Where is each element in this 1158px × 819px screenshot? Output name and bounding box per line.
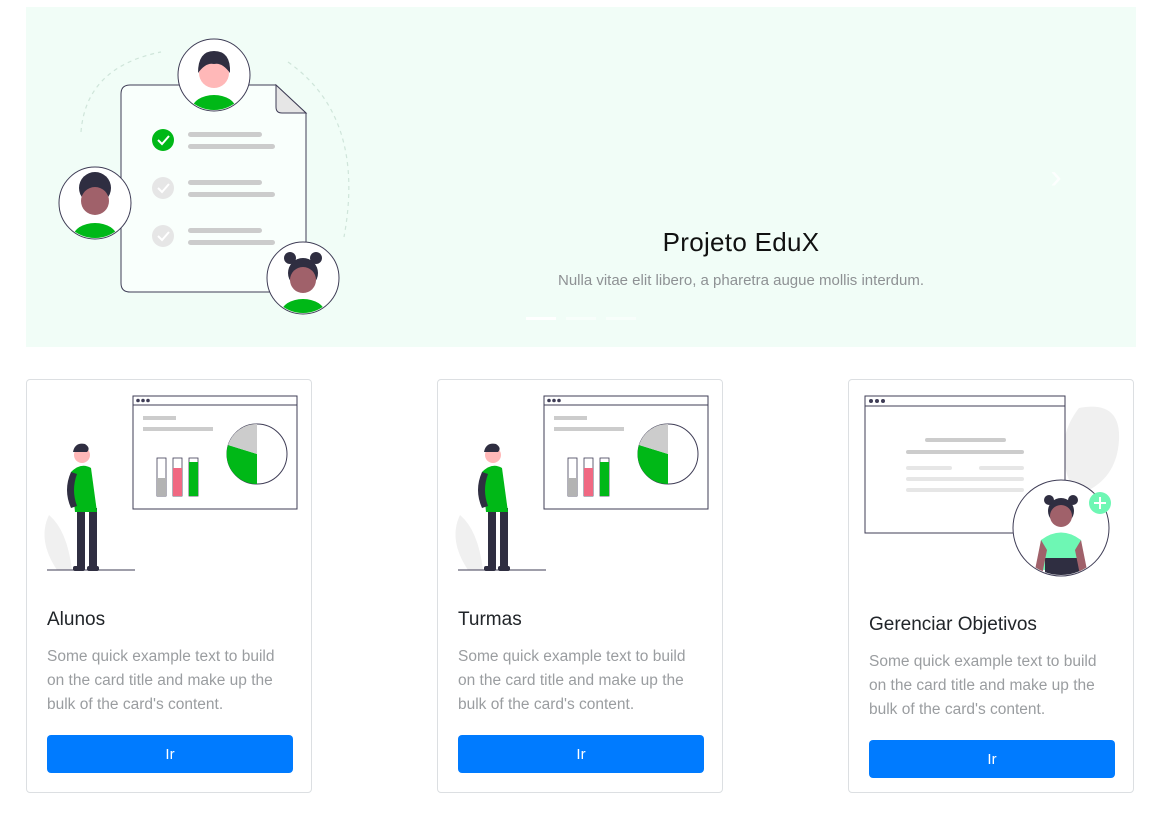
card-text: Some quick example text to build on the … xyxy=(47,648,275,713)
card-body: Gerenciar Objetivos Some quick example t… xyxy=(869,614,1115,778)
carousel-indicator-3[interactable] xyxy=(606,317,636,320)
carousel-subtitle: Nulla vitae elit libero, a pharetra augu… xyxy=(557,272,925,289)
dashboard-illustration xyxy=(455,395,709,571)
checklist-illustration xyxy=(58,38,350,315)
go-turmas-button[interactable]: Ir xyxy=(458,735,704,773)
carousel-indicators xyxy=(526,317,636,320)
chevron-right-icon: › xyxy=(1050,158,1062,196)
card-gerenciar-objetivos: Gerenciar Objetivos Some quick example t… xyxy=(848,379,1134,793)
dashboard-illustration xyxy=(44,395,298,571)
card-text: Some quick example text to build on the … xyxy=(869,653,1097,718)
carousel-caption: Projeto EduX Nulla vitae elit libero, a … xyxy=(486,227,996,289)
card-body: Alunos Some quick example text to build … xyxy=(47,609,293,773)
card-turmas: Turmas Some quick example text to build … xyxy=(437,379,723,793)
profile-illustration xyxy=(864,395,1120,577)
go-alunos-button[interactable]: Ir xyxy=(47,735,293,773)
carousel-indicator-2[interactable] xyxy=(566,317,596,320)
card-title: Turmas xyxy=(458,609,522,630)
card-body: Turmas Some quick example text to build … xyxy=(458,609,704,773)
hero-carousel: Projeto EduX Nulla vitae elit libero, a … xyxy=(26,7,1136,347)
card-text: Some quick example text to build on the … xyxy=(458,648,686,713)
carousel-title: Projeto EduX xyxy=(662,227,820,257)
go-objetivos-button[interactable]: Ir xyxy=(869,740,1115,778)
card-alunos: Alunos Some quick example text to build … xyxy=(26,379,312,793)
carousel-indicator-1[interactable] xyxy=(526,317,556,320)
carousel-next-button[interactable]: › xyxy=(1036,157,1076,197)
card-title: Gerenciar Objetivos xyxy=(869,614,1037,635)
card-title: Alunos xyxy=(47,609,106,630)
